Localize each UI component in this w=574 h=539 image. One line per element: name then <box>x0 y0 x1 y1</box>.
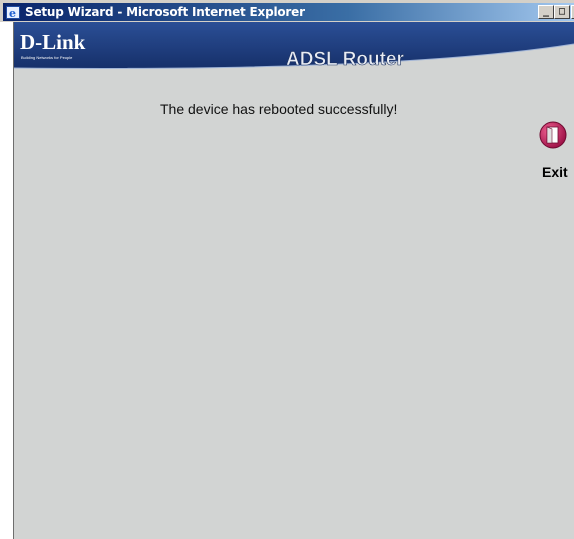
reboot-success-message: The device has rebooted successfully! <box>160 101 398 117</box>
dlink-tagline: Building Networks for People <box>21 55 73 60</box>
internet-explorer-icon: e <box>5 4 21 20</box>
window-left-frame <box>0 22 14 539</box>
dlink-logo: D-Link <box>20 30 86 54</box>
svg-text:e: e <box>9 7 16 20</box>
maximize-button[interactable]: □ <box>554 5 570 19</box>
product-title: ADSL Router <box>286 49 404 70</box>
title-bar[interactable]: e Setup Wizard - Microsoft Internet Expl… <box>3 3 574 21</box>
exit-label[interactable]: Exit <box>542 164 568 180</box>
window-title: Setup Wizard - Microsoft Internet Explor… <box>25 5 305 19</box>
header-banner: D-Link Building Networks for People ADSL… <box>14 22 574 82</box>
page-content: The device has rebooted successfully! Ex… <box>14 82 574 539</box>
exit-door-icon <box>539 121 567 149</box>
browser-window: e Setup Wizard - Microsoft Internet Expl… <box>0 0 574 539</box>
minimize-button[interactable]: _ <box>538 5 554 19</box>
